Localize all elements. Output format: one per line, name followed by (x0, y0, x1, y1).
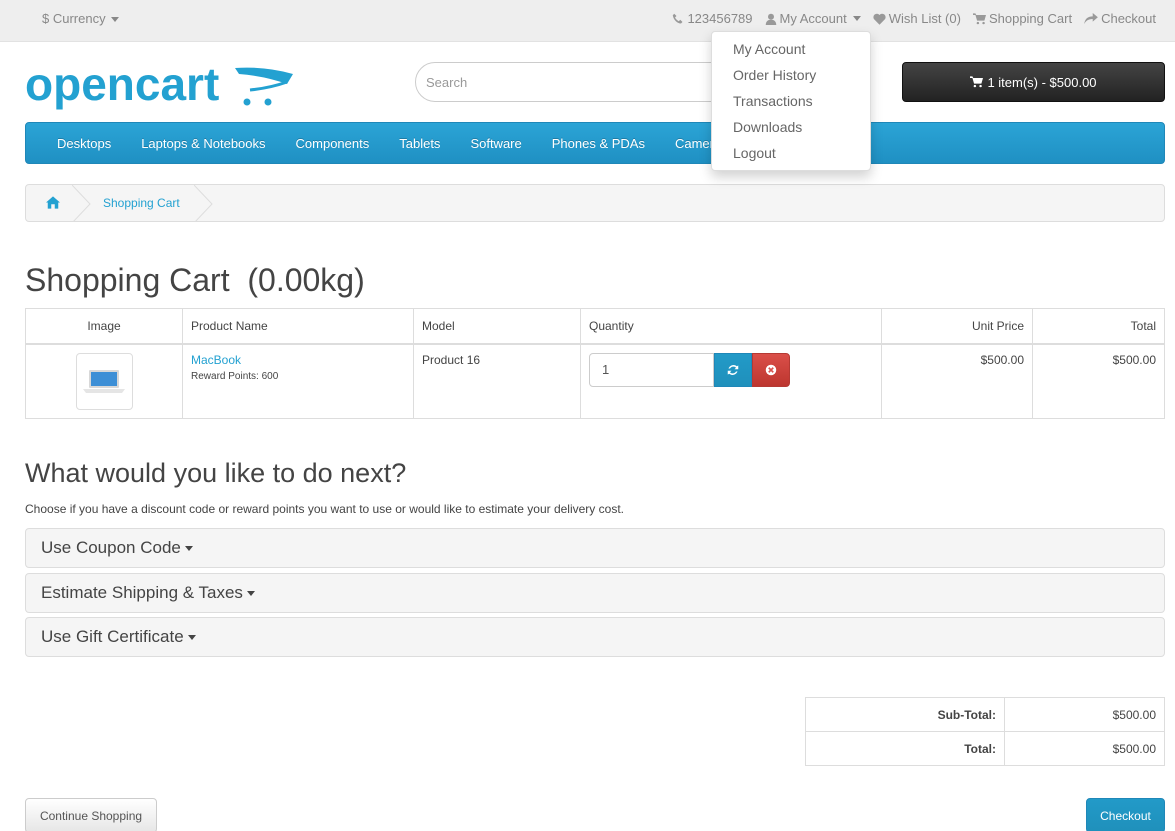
quantity-input[interactable] (589, 352, 714, 387)
column-header-quantity: Quantity (580, 308, 882, 345)
update-quantity-button[interactable] (714, 352, 752, 387)
phone-icon (673, 13, 683, 23)
cart-table: Image Product Name Model Quantity Unit P… (25, 308, 1165, 419)
phone-link[interactable]: 123456789 (672, 11, 753, 26)
line-total: $500.00 (1032, 343, 1165, 419)
breadcrumb-home[interactable] (46, 196, 60, 212)
menu-item-laptops[interactable]: Laptops & Notebooks (126, 136, 280, 151)
continue-shopping-button[interactable]: Continue Shopping (25, 798, 157, 831)
user-icon (765, 13, 776, 25)
svg-text:opencart: opencart (25, 62, 219, 110)
product-thumbnail[interactable] (75, 352, 133, 410)
total-value: $500.00 (1004, 731, 1165, 766)
subtotal-label: Sub-Total: (805, 697, 1005, 732)
shipping-panel-toggle[interactable]: Estimate Shipping & Taxes (25, 573, 1165, 613)
breadcrumb-separator (194, 185, 213, 221)
chevron-down-icon (187, 635, 196, 641)
dropdown-item-my-account[interactable]: My Account (712, 37, 870, 63)
checkout-label: Checkout (1101, 11, 1156, 26)
my-account-link[interactable]: My Account (765, 11, 861, 26)
cart-icon (970, 76, 984, 88)
gift-certificate-panel-label: Use Gift Certificate (41, 627, 184, 646)
page-title: Shopping Cart (0.00kg) (25, 262, 365, 298)
unit-price: $500.00 (881, 343, 1033, 419)
table-row: Sub-Total: $500.00 (805, 697, 1165, 732)
home-icon (46, 196, 60, 209)
dropdown-item-logout[interactable]: Logout (712, 141, 870, 167)
shipping-panel-label: Estimate Shipping & Taxes (41, 583, 243, 602)
breadcrumb-shopping-cart[interactable]: Shopping Cart (103, 196, 180, 210)
remove-icon (765, 364, 777, 375)
column-header-image: Image (25, 308, 183, 345)
chevron-down-icon (852, 16, 861, 21)
my-account-label: My Account (779, 11, 847, 26)
menu-item-phones[interactable]: Phones & PDAs (537, 136, 660, 151)
logo[interactable]: opencart (25, 58, 295, 115)
refresh-icon (727, 364, 739, 375)
menu-item-components[interactable]: Components (281, 136, 385, 151)
shopping-cart-label: Shopping Cart (988, 11, 1073, 26)
currency-selector[interactable]: $ Currency (42, 11, 120, 26)
cart-icon (972, 12, 986, 24)
table-row: MacBook Reward Points: 600 Product 16 $5… (25, 343, 1165, 419)
gift-certificate-panel-toggle[interactable]: Use Gift Certificate (25, 617, 1165, 657)
breadcrumb: Shopping Cart (25, 184, 1165, 222)
shopping-cart-link[interactable]: Shopping Cart (972, 11, 1073, 26)
quantity-group (589, 352, 873, 387)
checkout-button[interactable]: Checkout (1086, 798, 1165, 831)
remove-item-button[interactable] (752, 352, 790, 387)
total-label: Total: (805, 731, 1005, 766)
menu-item-desktops[interactable]: Desktops (42, 136, 126, 151)
next-steps-description: Choose if you have a discount code or re… (25, 502, 624, 516)
column-header-product-name: Product Name (182, 308, 414, 345)
heart-icon (873, 13, 886, 25)
wish-list-label: Wish List (0) (888, 11, 961, 26)
chevron-down-icon (111, 17, 120, 23)
coupon-panel-toggle[interactable]: Use Coupon Code (25, 528, 1165, 568)
column-header-model: Model (413, 308, 581, 345)
reward-points: Reward Points: 600 (191, 370, 279, 382)
table-row: Total: $500.00 (805, 731, 1165, 766)
wish-list-link[interactable]: Wish List (0) (873, 11, 961, 26)
coupon-panel-label: Use Coupon Code (41, 538, 181, 557)
top-links: 123456789 My Account Wish List (0) Shopp… (672, 11, 1156, 26)
product-model: Product 16 (413, 343, 581, 419)
column-header-unit-price: Unit Price (881, 308, 1033, 345)
dropdown-item-downloads[interactable]: Downloads (712, 115, 870, 141)
checkout-link[interactable]: Checkout (1084, 11, 1156, 26)
account-dropdown-menu: My Account Order History Transactions Do… (711, 31, 871, 171)
main-menu: Desktops Laptops & Notebooks Components … (25, 122, 1165, 164)
menu-item-software[interactable]: Software (455, 136, 536, 151)
phone-number: 123456789 (687, 11, 753, 26)
chevron-down-icon (184, 546, 193, 552)
chevron-down-icon (246, 591, 255, 597)
subtotal-value: $500.00 (1004, 697, 1165, 732)
currency-symbol: $ (42, 11, 50, 26)
next-steps-heading: What would you like to do next? (25, 458, 407, 488)
cart-summary-label: 1 item(s) - $500.00 (987, 74, 1097, 90)
dropdown-item-transactions[interactable]: Transactions (712, 89, 870, 115)
currency-label: Currency (52, 11, 106, 26)
share-icon (1084, 12, 1098, 24)
totals-table: Sub-Total: $500.00 Total: $500.00 (805, 697, 1165, 766)
opencart-logo: opencart (25, 58, 293, 110)
cart-summary-button[interactable]: 1 item(s) - $500.00 (902, 62, 1165, 102)
dropdown-item-order-history[interactable]: Order History (712, 63, 870, 89)
laptop-icon (83, 370, 125, 393)
menu-item-tablets[interactable]: Tablets (384, 136, 455, 151)
breadcrumb-separator (72, 185, 91, 221)
top-bar: $ Currency 123456789 My Account Wish Lis… (0, 0, 1175, 42)
column-header-total: Total (1032, 308, 1165, 345)
product-name-link[interactable]: MacBook (191, 353, 405, 367)
